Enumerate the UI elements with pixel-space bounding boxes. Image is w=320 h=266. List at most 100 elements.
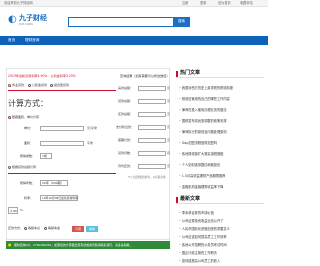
method-area-label: 根据面积、单价计算 [12,115,40,119]
list-item[interactable]: 公司应该如何提高员工工作效率 [179,234,227,239]
list-item[interactable]: 个人如何选择国债和城投债 [179,162,220,167]
years-label: 按揭年数： [20,181,36,185]
ratio-select-value: 7成 [42,154,47,158]
repay-equal-principal-radio[interactable] [44,227,47,230]
loan-type-commercial-label: 商业贷款 [12,83,25,87]
loan-type-fund-label: 公积金贷款 [32,83,48,87]
result-label: 月均还款： [118,164,134,168]
repay-equal-installment-radio[interactable] [24,227,27,230]
result-input[interactable] [138,99,166,104]
repay-label: 还款方式： [8,226,24,230]
welcome-text: 欢迎来到九子财经网 [4,1,33,5]
logo-mark-icon: ◐ [8,14,17,25]
set-homepage-link[interactable]: 设为首页 [218,1,231,5]
unit-price-label: 单价： [24,126,34,130]
list-item[interactable]: 金融机构金融理财收益率下降 [179,184,223,189]
repay-equal-principal-label: 等额本金 [48,226,61,230]
rate-select-value: 19年10月08日最新基准利率 [42,196,78,200]
latest-articles-title: 最新文章 [180,196,201,202]
rate-select[interactable]: 19年10月08日最新基准利率 [40,195,78,201]
logo-text: 九子财经 [19,14,47,22]
area-label: 面积： [24,141,34,145]
ratio-label: 按揭成数： [20,154,36,158]
section-marker [176,197,178,203]
rate-input[interactable]: 4.90 [8,207,18,214]
list-item[interactable]: 人民币国际化进程加快的重要意义 [179,226,230,231]
years-select[interactable]: 20年（240期） [40,180,68,186]
result-label: 首期付款： [118,138,134,142]
contact-bar: ● 理财咨询QQ：2790486461，如果您的计算器出现有误或者问题请联系我们… [6,241,170,249]
loan-type-fund-radio[interactable] [28,84,31,87]
nav-item-finance[interactable]: 理财咨询 [25,38,39,43]
result-unit: 元 [167,164,171,168]
list-item[interactable]: 国税发布将优惠调整的政策安排 [179,118,227,123]
list-item[interactable]: 如何能提高公司员工的收入 [179,258,220,263]
login-link[interactable]: 登录 [200,1,206,5]
main-nav: 首页 理财咨询 [0,36,268,45]
method-area-radio[interactable] [8,116,11,119]
result-unit: 元 [167,125,171,129]
calc-method-title: 计算方式： [8,99,48,108]
list-item[interactable]: 我国对西方历史上最重视的税收制度 [179,85,233,90]
result-input[interactable] [138,151,166,156]
qq-icon: ● [8,241,12,247]
list-item[interactable]: 李永林证券的市场价值 [179,210,214,215]
ratio-select[interactable]: 7成 [40,153,52,159]
divider [8,90,116,91]
list-item[interactable]: 各地财政部扩大落实减税措施 [179,151,223,156]
search-input[interactable] [68,17,174,27]
hot-articles-title: 热门文章 [180,70,201,76]
result-label: 支付利息款： [116,125,135,129]
list-item[interactable]: 1.5月高收益理财产品期限推荐 [179,173,225,178]
result-input[interactable] [138,125,166,130]
list-item[interactable]: Gap加盟流程值得加盟吗 [179,140,217,145]
hot-articles-header: 热门文章 [176,70,264,78]
search-button[interactable]: 搜索 [174,17,190,27]
nav-item-home[interactable]: 首页 [8,38,15,43]
result-unit: 元 [167,86,171,90]
area-unit: 平米 [87,141,94,145]
result-unit: 元 [167,99,171,103]
result-input[interactable] [138,86,166,91]
reset-button-label: 重填 [89,226,96,231]
unit-price-unit: 元/平米 [87,126,98,130]
rate-input-value: 4.90 [10,209,17,213]
rate-info-line: 2019年最新贷款利率4.90%，公积金利率3.25% [8,74,76,78]
result-label: 还款总额： [118,112,134,116]
list-item[interactable]: 国企行政主管的工作职责 [179,250,217,255]
list-item[interactable]: 律师执行的原则及问题处理原则 [179,129,227,134]
result-unit: 元 [167,112,171,116]
reset-button[interactable]: 重填 [86,226,98,232]
site-logo[interactable]: ◐ 九子财经 JIUZI CAIJING [8,14,47,28]
search-button-label: 搜索 [178,19,185,23]
list-item[interactable]: 公司证券投资收益业绩公开了 [179,218,223,223]
latest-articles-header: 最新文章 [176,196,264,204]
result-input[interactable] [138,112,166,117]
area-input[interactable] [40,141,84,146]
results-note: *以上结果仅供参考，以实际为准 [128,176,166,179]
divider [8,173,116,174]
result-unit: 月 [167,151,171,155]
calc-button[interactable]: 计算 [72,226,84,232]
loan-type-combo-radio[interactable] [50,84,53,87]
method-total-radio[interactable] [8,166,11,169]
top-bar: 欢迎来到九子财经网 注册 登录 设为首页 收藏本站 [0,0,268,7]
register-link[interactable]: 注册 [182,1,188,5]
list-item[interactable]: 各地公开招聘的公务员考试时间 [179,242,227,247]
result-label: 房款总额： [118,86,134,90]
bookmark-link[interactable]: 收藏本站 [240,1,253,5]
result-unit: 元 [167,138,171,142]
result-input[interactable] [138,138,166,143]
results-heading: 查询结果（如有需要可以修改数值） [120,74,170,78]
list-item[interactable]: 律师在投入使用办理业务的做法 [179,107,227,112]
list-item[interactable]: 税收征管用的自己的哪些工作内容 [179,96,230,101]
loan-type-combo-label: 组合型贷款 [54,83,70,87]
rate-unit: % [20,208,23,212]
unit-price-input[interactable] [40,126,84,131]
contact-text: 理财咨询QQ：2790486461，如果您的计算器出现有误或者问题请联系我们，请… [14,242,133,247]
result-input[interactable] [138,164,166,169]
result-label: 贷款月数： [118,151,134,155]
logo-subtext: JIUZI CAIJING [19,23,33,26]
loan-type-commercial-radio[interactable] [8,84,11,87]
rate-label: 利率： [24,196,34,200]
